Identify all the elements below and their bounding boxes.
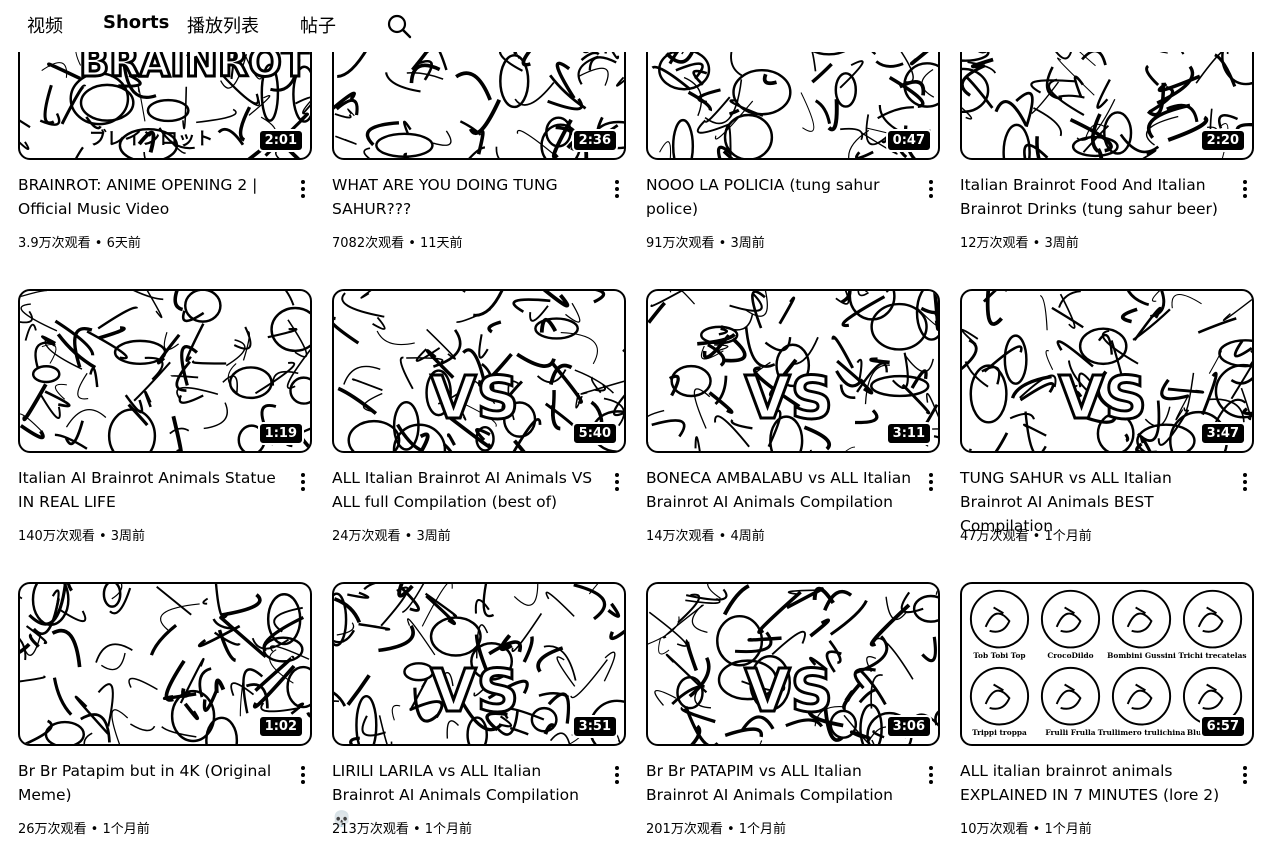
video-duration: 2:20 — [1199, 129, 1246, 152]
more-options-icon[interactable] — [607, 469, 627, 495]
channel-tabs: 视频 Shorts 播放列表 帖子 — [0, 0, 1280, 52]
thumbnail-caption: Frulli Frulla — [1045, 728, 1095, 737]
video-meta: 47万次观看 • 1个月前 — [960, 529, 1092, 544]
thumbnail-caption: Tob Tobi Top — [973, 651, 1025, 660]
video-title[interactable]: Br Br PATAPIM vs ALL Italian Brainrot AI… — [646, 759, 914, 807]
video-card[interactable]: VS 3:51 LIRILI LARILA vs ALL Italian Brain… — [332, 582, 632, 837]
video-duration: 1:19 — [257, 422, 304, 445]
video-duration: 2:01 — [257, 129, 304, 152]
video-duration: 0:47 — [885, 129, 932, 152]
video-thumbnail[interactable]: VS 3:51 — [332, 582, 626, 746]
video-card[interactable]: VS 3:06 Br Br PATAPIM vs ALL Italian Brain… — [646, 582, 946, 837]
video-title[interactable]: ALL Italian Brainrot AI Animals VS ALL f… — [332, 466, 600, 514]
thumbnail-overlay-text: VS — [745, 656, 833, 725]
video-duration: 6:57 — [1199, 715, 1246, 738]
video-title[interactable]: BONECA AMBALABU vs ALL Italian Brainrot … — [646, 466, 914, 514]
video-meta: 91万次观看 • 3周前 — [646, 236, 765, 251]
more-options-icon[interactable] — [293, 762, 313, 788]
video-duration: 2:36 — [571, 129, 618, 152]
more-options-icon[interactable] — [607, 176, 627, 202]
video-title[interactable]: Italian Brainrot Food And Italian Brainr… — [960, 173, 1228, 221]
video-card[interactable]: VS 3:11 BONECA AMBALABU vs ALL Italian Bra… — [646, 289, 946, 544]
more-options-icon[interactable] — [1235, 469, 1255, 495]
video-card[interactable]: Tob Tobi Top CrocoDildo Bombini Gussini Tri… — [960, 582, 1260, 837]
video-meta: 24万次观看 • 3周前 — [332, 529, 451, 544]
thumbnail-caption: CrocoDildo — [1047, 651, 1093, 660]
thumbnail-caption: Trullimero trulichina — [1098, 728, 1186, 737]
thumbnail-overlay-text: VS — [745, 363, 833, 432]
more-options-icon[interactable] — [921, 469, 941, 495]
video-meta: 12万次观看 • 3周前 — [960, 236, 1079, 251]
more-options-icon[interactable] — [921, 176, 941, 202]
tab-shorts[interactable]: Shorts — [103, 12, 169, 33]
video-meta: 10万次观看 • 1个月前 — [960, 822, 1092, 837]
video-duration: 3:47 — [1199, 422, 1246, 445]
video-meta: 140万次观看 • 3周前 — [18, 529, 146, 544]
video-title[interactable]: WHAT ARE YOU DOING TUNG SAHUR??? — [332, 173, 600, 221]
more-options-icon[interactable] — [1235, 762, 1255, 788]
video-meta: 14万次观看 • 4周前 — [646, 529, 765, 544]
more-options-icon[interactable] — [293, 176, 313, 202]
more-options-icon[interactable] — [293, 469, 313, 495]
video-thumbnail[interactable]: VS 5:40 — [332, 289, 626, 453]
tab-playlists[interactable]: 播放列表 — [187, 12, 259, 38]
video-thumbnail[interactable]: Tob Tobi Top CrocoDildo Bombini Gussini Tri… — [960, 582, 1254, 746]
thumbnail-caption: Bombini Gussini — [1107, 651, 1176, 660]
more-options-icon[interactable] — [921, 762, 941, 788]
video-thumbnail[interactable]: VS 3:11 — [646, 289, 940, 453]
video-card[interactable]: VS 5:40 ALL Italian Brainrot AI Animals VS… — [332, 289, 632, 544]
video-thumbnail[interactable]: 1:19 — [18, 289, 312, 453]
video-duration: 3:11 — [885, 422, 932, 445]
video-card[interactable]: VS 3:47 TUNG SAHUR vs ALL Italian Brainrot… — [960, 289, 1260, 544]
video-title[interactable]: Br Br Patapim but in 4K (Original Meme) — [18, 759, 286, 807]
tab-posts[interactable]: 帖子 — [300, 12, 336, 38]
video-title[interactable]: BRAINROT: ANIME OPENING 2 | Official Mus… — [18, 173, 286, 221]
video-title[interactable]: Italian AI Brainrot Animals Statue IN RE… — [18, 466, 286, 514]
video-duration: 1:02 — [257, 715, 304, 738]
video-grid: BRAINROT ブレインロット 2:01 BRAINROT: ANIME OPENI… — [0, 0, 1280, 847]
video-meta: 213万次观看 • 1个月前 — [332, 822, 473, 837]
search-icon[interactable] — [386, 13, 412, 39]
thumbnail-caption: Trippi troppa — [972, 728, 1027, 737]
video-meta: 3.9万次观看 • 6天前 — [18, 236, 141, 251]
thumbnail-caption: Trichi trecatelas — [1179, 651, 1247, 660]
video-card[interactable]: 1:19 Italian AI Brainrot Animals Statue I… — [18, 289, 318, 544]
video-thumbnail[interactable]: VS 3:06 — [646, 582, 940, 746]
video-meta: 26万次观看 • 1个月前 — [18, 822, 150, 837]
video-thumbnail[interactable]: VS 3:47 — [960, 289, 1254, 453]
video-card[interactable]: 1:02 Br Br Patapim but in 4K (Original Me… — [18, 582, 318, 837]
video-title[interactable]: NOOO LA POLICIA (tung sahur police) — [646, 173, 914, 221]
thumbnail-overlay-text: VS — [1059, 363, 1147, 432]
thumbnail-overlay-text: VS — [431, 656, 519, 725]
more-options-icon[interactable] — [607, 762, 627, 788]
video-duration: 5:40 — [571, 422, 618, 445]
video-duration: 3:51 — [571, 715, 618, 738]
video-meta: 201万次观看 • 1个月前 — [646, 822, 787, 837]
video-duration: 3:06 — [885, 715, 932, 738]
video-title[interactable]: ALL italian brainrot animals EXPLAINED I… — [960, 759, 1228, 807]
thumbnail-overlay-subtext: ブレインロット — [89, 127, 213, 149]
thumbnail-overlay-text: VS — [431, 363, 519, 432]
tab-videos[interactable]: 视频 — [27, 12, 63, 38]
video-thumbnail[interactable]: 1:02 — [18, 582, 312, 746]
more-options-icon[interactable] — [1235, 176, 1255, 202]
video-meta: 7082次观看 • 11天前 — [332, 236, 463, 251]
